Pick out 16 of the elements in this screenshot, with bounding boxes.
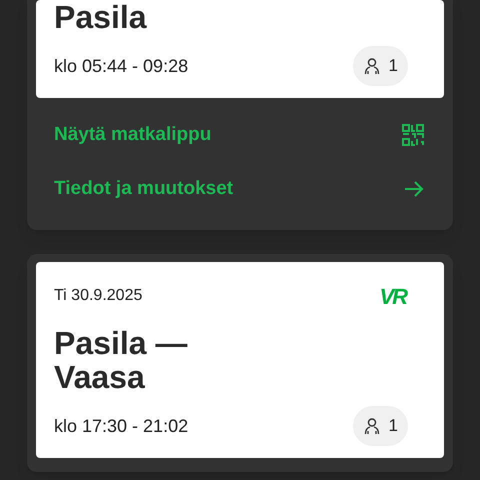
passenger-count: 1 <box>388 55 398 78</box>
trip-date: Ti 30.9.2025 <box>54 286 142 306</box>
qr-code-icon <box>402 124 424 146</box>
passenger-count: 1 <box>388 415 398 438</box>
person-icon <box>362 417 381 435</box>
route-title: Pasila <box>54 0 148 34</box>
time-range: klo 17:30 - 21:02 <box>54 414 188 438</box>
ticket-card[interactable]: Ti 30.9.2025 VR Pasila — Vaasa klo 17:30 - 21:02 1 <box>36 262 444 458</box>
ticket-card[interactable]: Pasila klo 05:44 - 09:28 1 <box>36 0 444 98</box>
route-title: Pasila — Vaasa <box>54 326 188 394</box>
action-link[interactable]: Näytä matkalippu <box>36 108 444 162</box>
vr-logo: VR <box>379 282 406 310</box>
arrow-right-icon <box>404 180 424 198</box>
time-range: klo 05:44 - 09:28 <box>54 54 188 78</box>
action-link[interactable]: Tiedot ja muutokset <box>36 162 444 216</box>
person-icon <box>362 57 381 75</box>
